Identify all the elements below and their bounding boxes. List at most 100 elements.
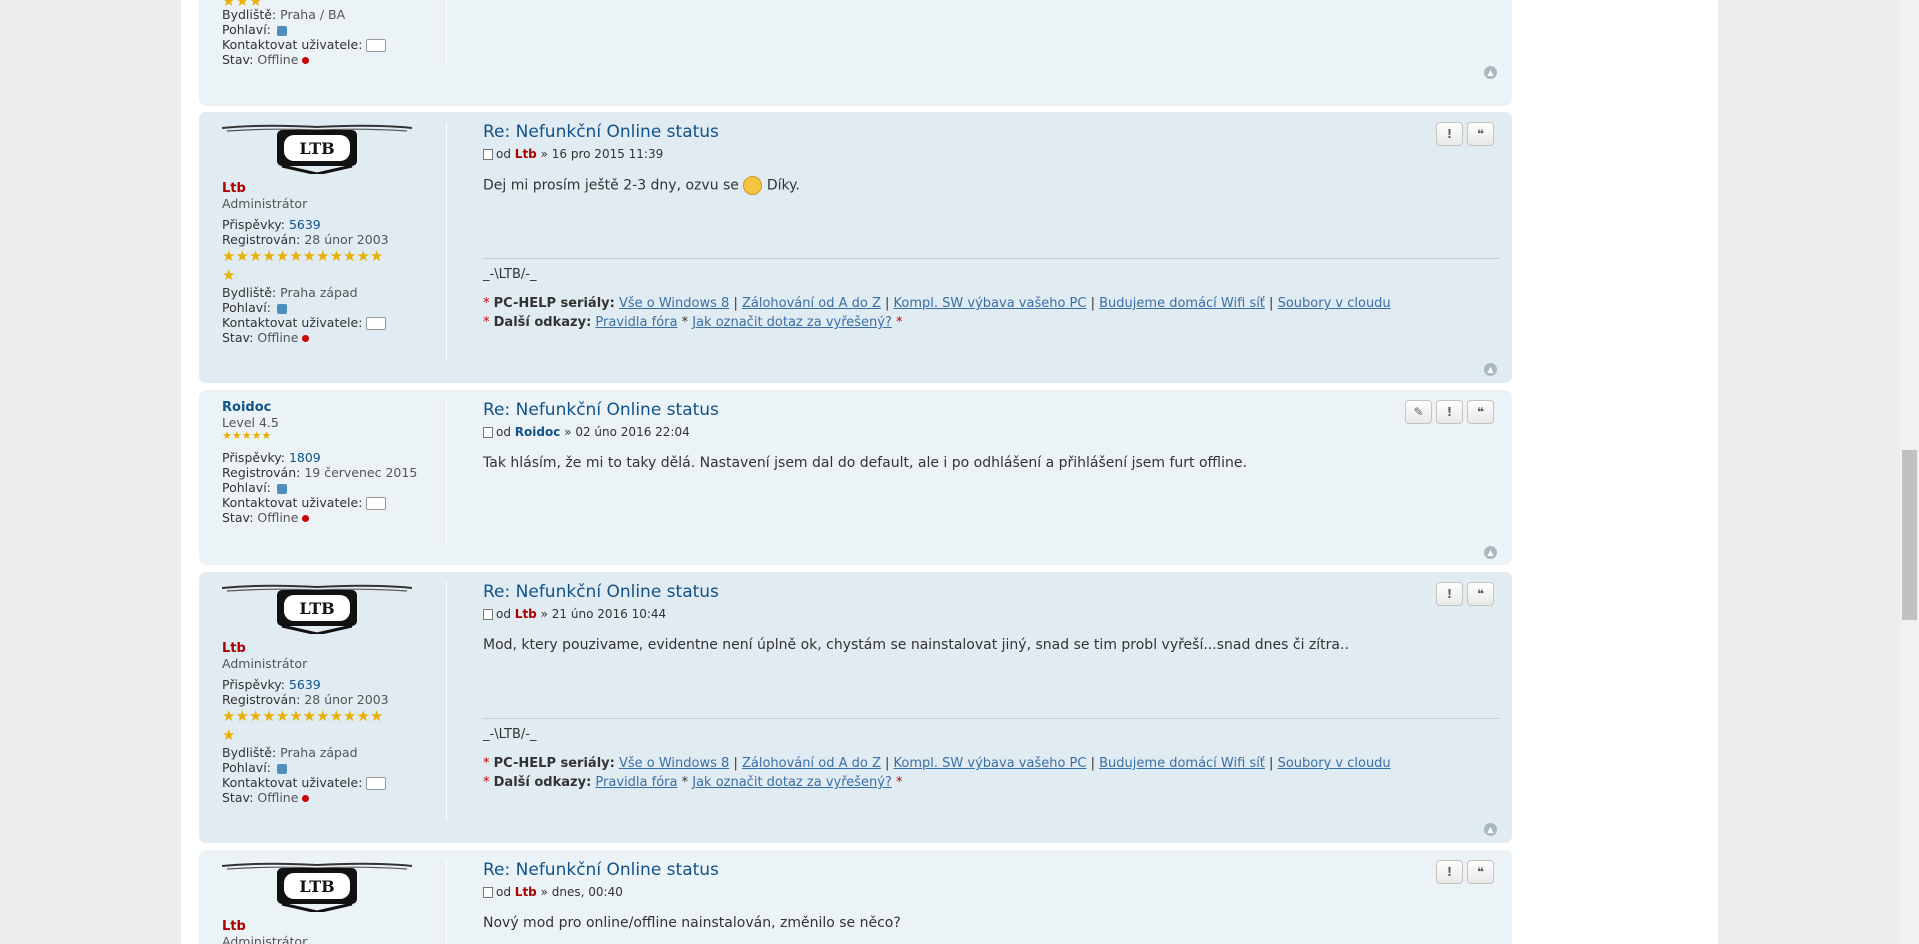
username[interactable]: Roidoc <box>222 400 438 415</box>
contact-icon[interactable] <box>366 39 387 52</box>
post-content: Mod, ktery pouzivame, evidentne není úpl… <box>483 637 1349 653</box>
posts-count-link[interactable]: 5639 <box>289 677 321 692</box>
signature: _-\LTB/-_ * PC-HELP seriály: Vše o Windo… <box>483 718 1500 792</box>
rank-stars: ★ <box>222 726 236 744</box>
user-rank: Level 4.5 <box>222 415 279 430</box>
post-date: 21 úno 2016 10:44 <box>551 607 667 621</box>
page-scrollbar[interactable] <box>1900 0 1919 944</box>
post-buttons: ! ❝ <box>1436 582 1494 606</box>
post-author-line: od Ltb » dnes, 00:40 <box>483 885 1500 899</box>
post-3: LTB Ltb Administrátor Přispěvky: 5639 Re… <box>199 572 1512 843</box>
post-title[interactable]: Re: Nefunkční Online status <box>483 860 1500 880</box>
offline-dot <box>302 57 310 64</box>
signature-name: _-\LTB/-_ <box>483 267 537 282</box>
post-2: Roidoc Level 4.5 ★★★★★ Přispěvky: 1809 R… <box>199 390 1512 565</box>
post-body: Re: Nefunkční Online status od Ltb » dne… <box>483 860 1500 933</box>
link-cloud[interactable]: Soubory v cloudu <box>1278 756 1391 771</box>
quote-button[interactable]: ❝ <box>1467 582 1494 606</box>
svg-text:LTB: LTB <box>299 599 334 618</box>
username[interactable]: Ltb <box>222 641 438 656</box>
edit-button[interactable]: ✎ <box>1405 400 1432 424</box>
avatar: LTB <box>221 124 413 176</box>
link-vyreseny[interactable]: Jak označit dotaz za vyřešený? <box>692 315 892 330</box>
rank-stars: ★ <box>222 266 236 284</box>
post-title[interactable]: Re: Nefunkční Online status <box>483 582 1500 602</box>
post-4: LTB Ltb Administrátor Re: Nefunkční Onli… <box>199 850 1512 944</box>
link-windows8[interactable]: Vše o Windows 8 <box>619 756 729 771</box>
post-profile: Roidoc Level 4.5 ★★★★★ Přispěvky: 1809 R… <box>222 400 447 546</box>
rank-stars: ★★★★★★★★★★★★ <box>222 247 384 265</box>
wink-smiley-icon <box>743 176 763 195</box>
report-button[interactable]: ! <box>1436 122 1463 146</box>
link-wifi[interactable]: Budujeme domácí Wifi síť <box>1099 756 1265 771</box>
back-to-top-icon[interactable]: ▲ <box>1484 363 1497 376</box>
post-title[interactable]: Re: Nefunkční Online status <box>483 400 1500 420</box>
back-to-top-icon[interactable]: ▲ <box>1484 823 1497 836</box>
rank-stars: ★★★★★★★★★★★★ <box>222 707 384 725</box>
link-kompl-sw[interactable]: Kompl. SW výbava vašeho PC <box>894 296 1087 311</box>
post-1: LTB Ltb Administrátor Přispěvky: 5639 Re… <box>199 112 1512 383</box>
post-author[interactable]: Ltb <box>515 147 537 161</box>
link-kompl-sw[interactable]: Kompl. SW výbava vašeho PC <box>894 756 1087 771</box>
back-to-top-icon[interactable]: ▲ <box>1484 546 1497 559</box>
posts-count-link[interactable]: 1809 <box>289 450 321 465</box>
quote-button[interactable]: ❝ <box>1467 122 1494 146</box>
link-wifi[interactable]: Budujeme domácí Wifi síť <box>1099 296 1265 311</box>
link-zalohovani[interactable]: Zálohování od A do Z <box>742 296 881 311</box>
link-vyreseny[interactable]: Jak označit dotaz za vyřešený? <box>692 775 892 790</box>
scrollbar-thumb[interactable] <box>1902 450 1917 620</box>
report-button[interactable]: ! <box>1436 400 1463 424</box>
signature-name: _-\LTB/-_ <box>483 727 537 742</box>
post-author[interactable]: Ltb <box>515 607 537 621</box>
post-icon[interactable] <box>483 149 493 160</box>
back-to-top-icon[interactable]: ▲ <box>1484 66 1497 79</box>
rank-stars: ★★★ <box>222 0 263 10</box>
offline-dot <box>302 335 310 342</box>
post-date: 16 pro 2015 11:39 <box>551 147 664 161</box>
post-profile: LTB Ltb Administrátor <box>221 860 447 944</box>
quote-button[interactable]: ❝ <box>1467 400 1494 424</box>
gender-icon <box>276 763 287 774</box>
username[interactable]: Ltb <box>222 181 438 196</box>
offline-dot <box>302 795 310 802</box>
post-title[interactable]: Re: Nefunkční Online status <box>483 122 1500 142</box>
rank-stars: ★★★★★ <box>222 429 272 442</box>
user-rank: Administrátor <box>222 656 308 671</box>
link-pravidla[interactable]: Pravidla fóra <box>595 775 677 790</box>
contact-icon[interactable] <box>366 497 387 510</box>
post-body: Re: Nefunkční Online status od Ltb » 16 … <box>483 122 1500 372</box>
post-buttons: ! ❝ <box>1436 122 1494 146</box>
post-author-line: od Roidoc » 02 úno 2016 22:04 <box>483 425 1500 439</box>
post-profile: LTB Ltb Administrátor Přispěvky: 5639 Re… <box>221 582 447 820</box>
signature: _-\LTB/-_ * PC-HELP seriály: Vše o Windo… <box>483 258 1500 332</box>
posts-count-link[interactable]: 5639 <box>289 217 321 232</box>
post-date: 02 úno 2016 22:04 <box>575 425 690 439</box>
contact-icon[interactable] <box>366 317 387 330</box>
username[interactable]: Ltb <box>222 919 438 934</box>
post-body: Re: Nefunkční Online status od Ltb » 21 … <box>483 582 1500 832</box>
report-button[interactable]: ! <box>1436 582 1463 606</box>
post-author[interactable]: Ltb <box>515 885 537 899</box>
link-pravidla[interactable]: Pravidla fóra <box>595 315 677 330</box>
gender-icon <box>276 483 287 494</box>
post-icon[interactable] <box>483 609 493 620</box>
post-date: dnes, 00:40 <box>551 885 623 899</box>
user-rank: Administrátor <box>222 934 308 944</box>
link-cloud[interactable]: Soubory v cloudu <box>1278 296 1391 311</box>
link-windows8[interactable]: Vše o Windows 8 <box>619 296 729 311</box>
contact-icon[interactable] <box>366 777 387 790</box>
avatar: LTB <box>221 584 413 636</box>
post-author-line: od Ltb » 21 úno 2016 10:44 <box>483 607 1500 621</box>
quote-button[interactable]: ❝ <box>1467 860 1494 884</box>
gender-icon <box>276 25 287 36</box>
post-author[interactable]: Roidoc <box>515 425 561 439</box>
post-icon[interactable] <box>483 887 493 898</box>
report-button[interactable]: ! <box>1436 860 1463 884</box>
svg-text:LTB: LTB <box>299 139 334 158</box>
forum-page: ★★★ Bydliště: Praha / BA Pohlaví: Kontak… <box>181 0 1718 944</box>
link-zalohovani[interactable]: Zálohování od A do Z <box>742 756 881 771</box>
post-profile: LTB Ltb Administrátor Přispěvky: 5639 Re… <box>221 122 447 360</box>
post-profile: ★★★ Bydliště: Praha / BA Pohlaví: Kontak… <box>222 0 447 67</box>
post-content: Nový mod pro online/offline nainstalován… <box>483 915 901 931</box>
post-icon[interactable] <box>483 427 493 438</box>
